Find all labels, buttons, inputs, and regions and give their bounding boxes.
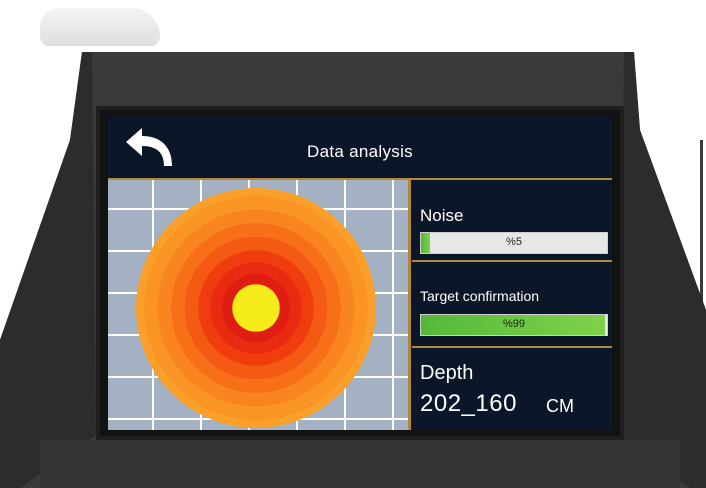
noise-panel: Noise %5: [412, 180, 612, 262]
noise-label: Noise: [420, 206, 464, 225]
readings-panel: Noise %5 Target confirmation %99 Depth 2…: [412, 180, 612, 430]
target-label: Target confirmation: [420, 288, 540, 304]
depth-value: 202_160: [420, 390, 517, 417]
page-title: Data analysis: [307, 142, 413, 161]
top-bar: Data analysis: [108, 116, 612, 180]
depth-unit: CM: [546, 396, 574, 416]
target-bar: %99: [420, 314, 608, 336]
target-value: %99: [502, 318, 526, 330]
noise-value: %5: [506, 236, 522, 248]
depth-panel: Depth 202_160 CM: [412, 348, 612, 430]
target-panel: Target confirmation %99: [412, 262, 612, 348]
screen: Data analysis Noise %5 Target confirmati…: [108, 116, 612, 430]
noise-bar: %5: [420, 232, 608, 254]
heatmap-grid: [108, 180, 411, 430]
depth-label: Depth: [420, 362, 474, 384]
signal-heatmap: [136, 188, 376, 428]
